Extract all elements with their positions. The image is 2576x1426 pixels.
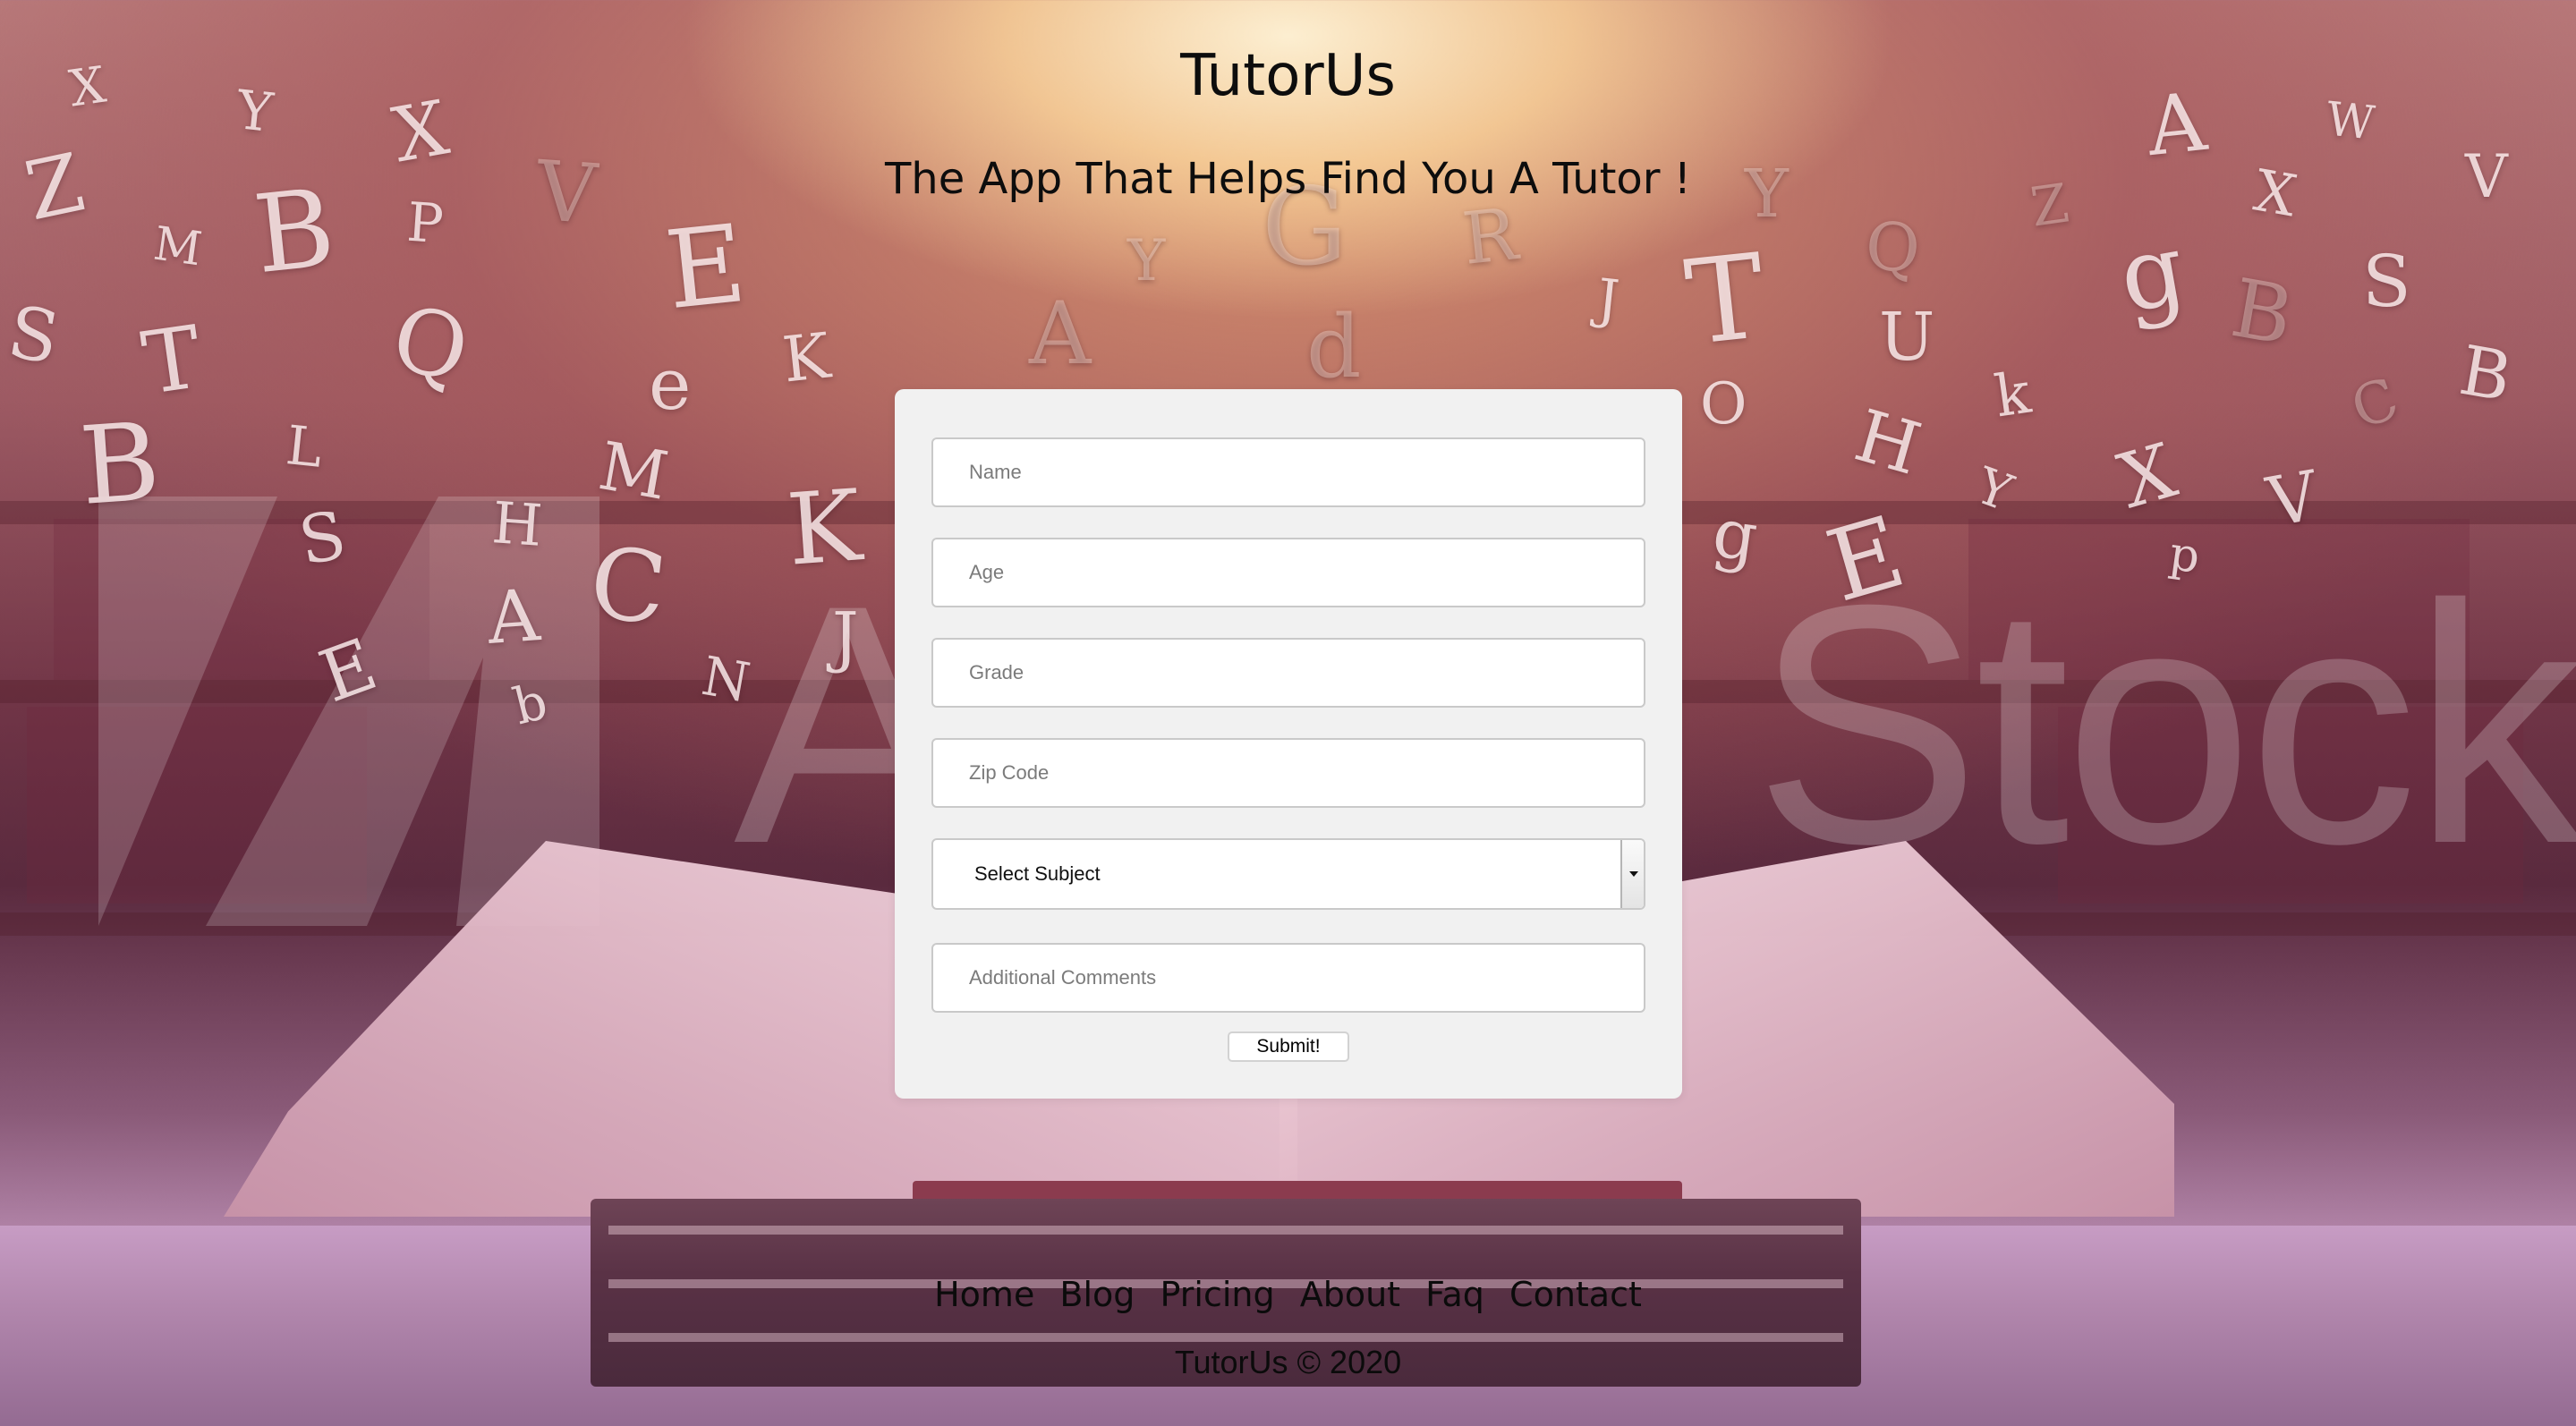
copyright-text: TutorUs © 2020: [1174, 1344, 1402, 1380]
floating-letter: E: [659, 201, 752, 335]
grade-input[interactable]: [931, 638, 1645, 708]
footer-link-contact[interactable]: Contact: [1509, 1275, 1642, 1314]
footer-link-home[interactable]: Home: [934, 1275, 1034, 1314]
floating-letter: O: [1700, 371, 1747, 437]
floating-letter: P: [404, 191, 446, 257]
floating-letter: k: [1991, 360, 2035, 431]
footer-link-pricing[interactable]: Pricing: [1160, 1275, 1275, 1314]
floating-letter: Q: [1863, 207, 1923, 289]
floating-letter: M: [593, 428, 674, 515]
floating-letter: N: [697, 644, 755, 716]
additional-comments-input[interactable]: [931, 943, 1645, 1013]
floating-letter: S: [2362, 240, 2411, 323]
subject-select-value: Select Subject: [974, 862, 1101, 885]
floating-letter: J: [1594, 267, 1622, 333]
footer-link-blog[interactable]: Blog: [1059, 1275, 1135, 1314]
subject-select[interactable]: Select Subject: [931, 838, 1645, 910]
floating-letter: R: [1458, 192, 1521, 281]
floating-letter: H: [489, 490, 545, 560]
floating-letter: d: [1306, 297, 1362, 397]
floating-letter: g: [1708, 492, 1763, 577]
floating-letter: T: [136, 307, 208, 414]
floating-letter: K: [778, 318, 834, 397]
floating-letter: C: [2342, 365, 2408, 444]
site-tagline: The App That Helps Find You A Tutor !: [884, 154, 1692, 204]
floating-letter: K: [783, 468, 865, 588]
floating-letter: J: [832, 598, 859, 675]
age-input[interactable]: [931, 538, 1645, 607]
floating-letter: g: [2111, 210, 2194, 335]
floating-letter: B: [76, 400, 164, 530]
floating-letter: L: [283, 414, 326, 480]
submit-button[interactable]: Submit!: [1228, 1031, 1349, 1062]
footer-link-faq[interactable]: Faq: [1425, 1275, 1484, 1314]
footer-link-about[interactable]: About: [1300, 1275, 1400, 1314]
chevron-down-icon: [1629, 871, 1638, 877]
floating-letter: A: [484, 573, 542, 660]
subject-select-toggle[interactable]: [1620, 840, 1644, 908]
floating-letter: B: [2224, 261, 2300, 364]
floating-letter: V: [2261, 454, 2325, 543]
zip-code-input[interactable]: [931, 738, 1645, 808]
floating-letter: S: [2, 289, 65, 381]
name-input[interactable]: [931, 437, 1645, 507]
floating-letter: A: [1029, 284, 1092, 384]
floating-letter: C: [584, 524, 672, 648]
floating-letter: Y: [1127, 228, 1166, 294]
floating-letter: H: [1846, 394, 1930, 491]
floating-letter: B: [2453, 329, 2518, 418]
floating-letter: Q: [383, 284, 478, 403]
footer-nav: Home Blog Pricing About Faq Contact: [0, 1275, 2576, 1314]
floating-letter: U: [1879, 299, 1935, 376]
tutor-request-form: Select Subject Submit!: [895, 389, 1682, 1099]
floating-letter: M: [150, 216, 206, 277]
site-title: TutorUs: [1180, 43, 1396, 109]
floating-letter: e: [649, 343, 692, 426]
floating-letter: T: [1679, 227, 1772, 372]
